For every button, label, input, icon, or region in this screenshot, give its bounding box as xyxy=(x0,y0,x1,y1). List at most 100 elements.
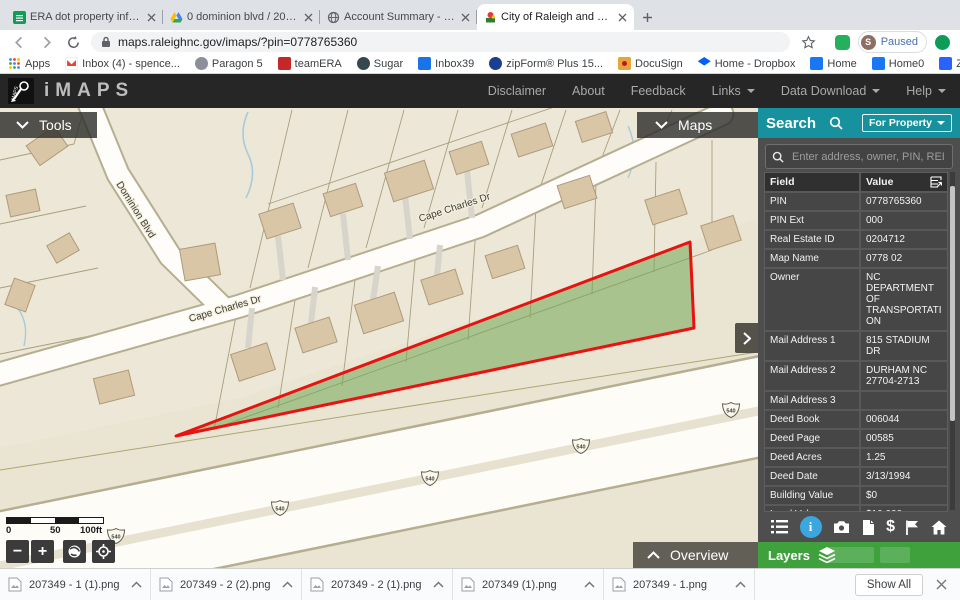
tools-button[interactable]: Tools xyxy=(0,112,97,138)
download-bar-close-button[interactable] xyxy=(936,579,947,590)
tax-button[interactable]: $ xyxy=(886,518,895,536)
download-item[interactable]: 207349 - 2 (2).png xyxy=(151,569,302,600)
main-content: 540 540 540 540 540 Dominion Blvd Cape C… xyxy=(0,108,960,568)
tab-dominion-blvd[interactable]: 0 dominion blvd / 207349 - Goo xyxy=(163,4,320,30)
scrollbar-thumb[interactable] xyxy=(950,186,955,421)
image-file-icon xyxy=(159,577,173,592)
export-table-icon[interactable] xyxy=(930,176,942,188)
nav-disclaimer[interactable]: Disclaimer xyxy=(488,84,546,98)
locate-button[interactable] xyxy=(92,540,115,563)
bookmark-apps[interactable]: Apps xyxy=(8,57,50,70)
imaps-favicon xyxy=(484,11,497,24)
chevron-up-icon[interactable] xyxy=(584,581,595,588)
download-item[interactable]: 207349 - 2 (1).png xyxy=(302,569,453,600)
nav-help[interactable]: Help xyxy=(906,84,946,98)
panel-collapse-button[interactable] xyxy=(735,323,758,353)
bookmark-docusign[interactable]: DocuSign xyxy=(618,57,683,70)
layers-bar[interactable]: Layers xyxy=(758,542,960,568)
table-row: PIN Ext000 xyxy=(765,212,947,231)
camera-icon xyxy=(833,520,850,534)
bookmark-label: DocuSign xyxy=(635,58,683,70)
new-tab-button[interactable] xyxy=(634,4,660,30)
tools-label: Tools xyxy=(39,117,72,133)
search-header: Search For Property xyxy=(758,108,960,138)
bookmark-star-icon[interactable] xyxy=(800,33,818,51)
search-scope-button[interactable]: For Property xyxy=(862,114,952,132)
download-item[interactable]: 207349 - 1 (1).png xyxy=(0,569,151,600)
zoom-in-button[interactable]: + xyxy=(31,540,54,563)
maps-label: Maps xyxy=(678,117,712,133)
bookmark-inbox[interactable]: Inbox (4) - spence... xyxy=(65,57,180,70)
tab-close-icon[interactable] xyxy=(147,13,156,22)
bookmark-zipform[interactable]: zipForm® Plus 15... xyxy=(489,57,603,70)
table-row: Deed Date3/13/1994 xyxy=(765,468,947,487)
search-box[interactable] xyxy=(765,144,953,169)
bookmark-inbox39[interactable]: Inbox39 xyxy=(418,57,474,70)
url-field[interactable]: maps.raleighnc.gov/imaps/?pin=0778765360 xyxy=(91,32,790,52)
search-input[interactable] xyxy=(790,150,946,164)
chevron-up-icon[interactable] xyxy=(433,581,444,588)
bookmark-teamera[interactable]: teamERA xyxy=(278,57,342,70)
tab-imaps-active[interactable]: City of Raleigh and Wake Coun xyxy=(477,4,634,30)
back-button[interactable] xyxy=(10,33,28,51)
era-icon xyxy=(278,57,291,70)
tab-close-icon[interactable] xyxy=(304,13,313,22)
nav-about[interactable]: About xyxy=(572,84,605,98)
chevron-up-icon[interactable] xyxy=(282,581,293,588)
bookmark-label: Home xyxy=(827,58,856,70)
bookmark-home[interactable]: Home xyxy=(810,57,856,70)
tab-close-icon[interactable] xyxy=(618,13,627,22)
photo-button[interactable] xyxy=(833,520,850,534)
tab-era-property[interactable]: ERA dot property info - Google xyxy=(6,4,163,30)
table-header-row: Field Value xyxy=(765,173,947,193)
download-item[interactable]: 207349 (1).png xyxy=(453,569,604,600)
deed-document-button[interactable] xyxy=(862,520,875,535)
bookmark-zap[interactable]: Zap xyxy=(939,57,960,70)
show-all-button[interactable]: Show All xyxy=(855,574,923,596)
nav-links[interactable]: Links xyxy=(712,84,755,98)
extension-icon[interactable] xyxy=(835,35,850,50)
overview-label: Overview xyxy=(670,547,728,563)
globe-extent-button[interactable] xyxy=(63,540,86,563)
tab-account-summary[interactable]: Account Summary - 0204712 xyxy=(320,4,477,30)
chevron-up-icon[interactable] xyxy=(131,581,142,588)
bookmark-paragon5[interactable]: Paragon 5 xyxy=(195,57,263,70)
status-green-icon[interactable] xyxy=(935,35,950,50)
download-filename: 207349 - 1 (1).png xyxy=(29,579,127,591)
plus-icon xyxy=(642,12,653,23)
svg-text:540: 540 xyxy=(425,476,434,482)
download-filename: 207349 (1).png xyxy=(482,579,580,591)
nav-data-download[interactable]: Data Download xyxy=(781,84,880,98)
info-icon: i xyxy=(809,519,813,535)
image-file-icon xyxy=(310,577,324,592)
reload-button[interactable] xyxy=(64,33,82,51)
tab-strip: ERA dot property info - Google 0 dominio… xyxy=(0,0,960,30)
svg-text:540: 540 xyxy=(576,444,585,450)
attribute-table: Field Value PIN0778765360 PIN Ext000 Rea… xyxy=(764,172,948,512)
maps-button[interactable]: Maps xyxy=(637,112,758,138)
dropbox-icon xyxy=(698,57,711,70)
tab-close-icon[interactable] xyxy=(461,13,470,22)
list-results-button[interactable] xyxy=(771,520,788,534)
bookmark-home0[interactable]: Home0 xyxy=(872,57,924,70)
map-canvas[interactable]: 540 540 540 540 540 Dominion Blvd Cape C… xyxy=(0,108,758,568)
home-button[interactable] xyxy=(931,520,947,535)
profile-paused-chip[interactable]: S Paused xyxy=(858,31,927,53)
zoom-out-button[interactable]: − xyxy=(6,540,29,563)
nav-feedback[interactable]: Feedback xyxy=(631,84,686,98)
table-scrollbar[interactable] xyxy=(950,172,955,510)
flag-button[interactable] xyxy=(906,520,919,535)
overview-button[interactable]: Overview xyxy=(633,542,758,568)
bookmark-sugar[interactable]: Sugar xyxy=(357,57,403,70)
forward-button[interactable] xyxy=(37,33,55,51)
info-button[interactable]: i xyxy=(800,516,822,538)
address-bar: maps.raleighnc.gov/imaps/?pin=0778765360… xyxy=(0,30,960,54)
table-row: Real Estate ID0204712 xyxy=(765,231,947,250)
download-item[interactable]: 207349 - 1.png xyxy=(604,569,755,600)
bookmark-dropbox[interactable]: Home - Dropbox xyxy=(698,57,796,70)
bookmark-label: Home - Dropbox xyxy=(715,58,796,70)
map-view[interactable]: 540 540 540 540 540 Dominion Blvd Cape C… xyxy=(0,108,758,568)
url-text: maps.raleighnc.gov/imaps/?pin=0778765360 xyxy=(118,35,357,49)
bookmark-label: zipForm® Plus 15... xyxy=(506,58,603,70)
chevron-up-icon[interactable] xyxy=(735,581,746,588)
